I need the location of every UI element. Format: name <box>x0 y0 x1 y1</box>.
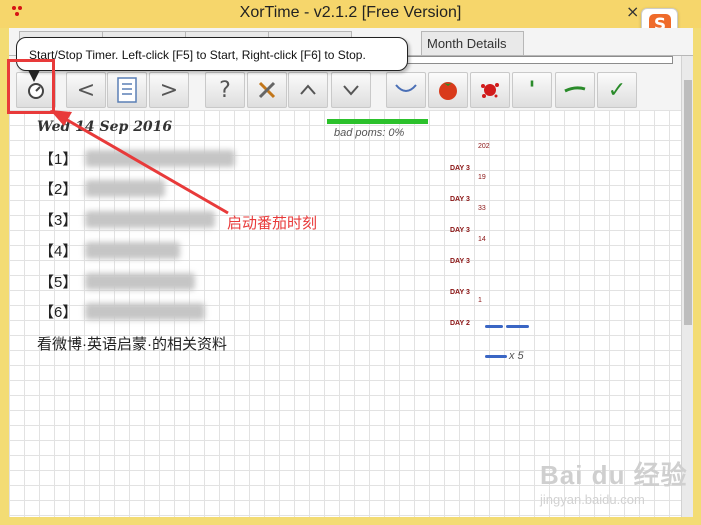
watermark: Bai du 经验 <box>540 460 688 490</box>
annotation-text: 启动番茄时刻 <box>227 215 318 232</box>
watermark-url: jingyan.baidu.com <box>540 492 645 507</box>
annotation-arrow <box>50 110 229 215</box>
